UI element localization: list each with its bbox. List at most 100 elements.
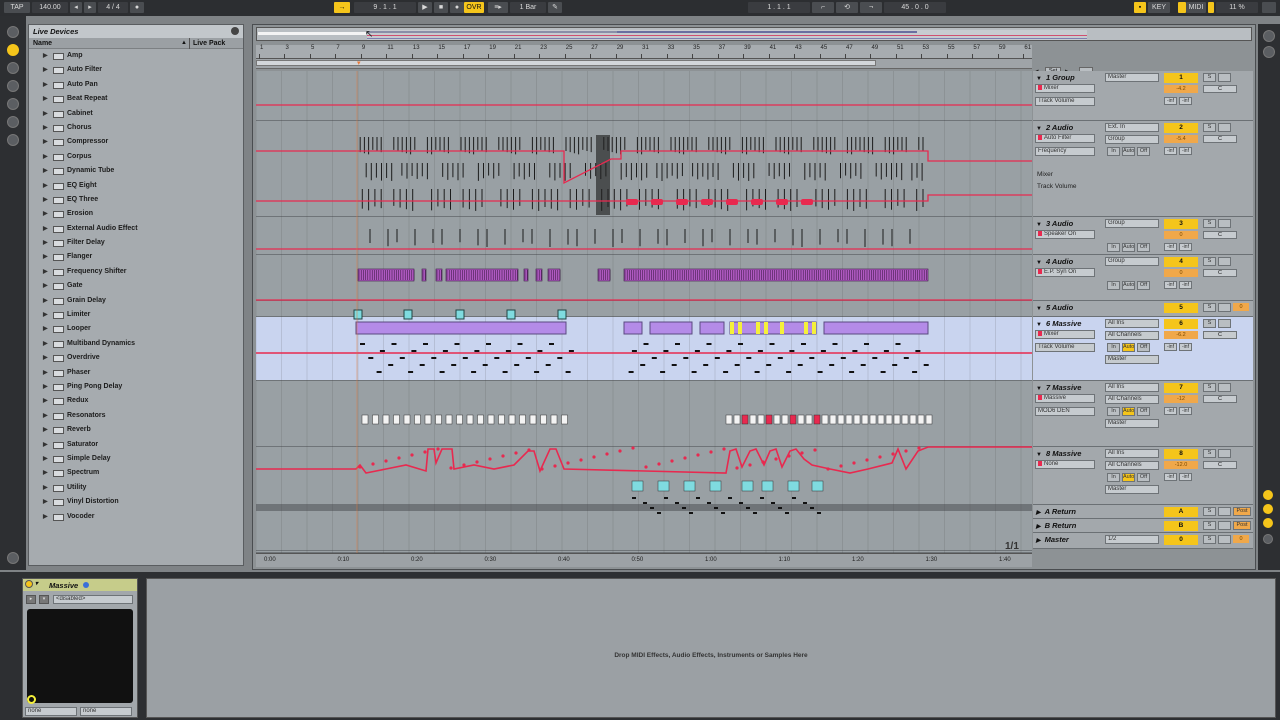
arm-button[interactable] [1218,73,1231,82]
time-signature-field[interactable]: 4 / 4 [98,2,128,13]
input-channel-menu[interactable]: All Channels [1105,461,1159,470]
solo-button[interactable]: S [1203,73,1216,82]
browser-item[interactable]: ▶ EQ Three [29,193,243,207]
punch-out-button[interactable]: ¬ [860,2,882,13]
device-chooser[interactable]: None [1035,460,1095,469]
expand-triangle-icon[interactable]: ▶ [43,366,48,380]
volume-field[interactable]: -6.2 [1164,331,1198,339]
arm-button[interactable] [1218,303,1231,312]
time-ruler[interactable]: 0:00 0:10 0:20 0:30 0:40 0:50 1:00 1:10 1:20 1:30… [256,553,1032,567]
browser-item[interactable]: ▶ Filter Delay [29,236,243,250]
fold-triangle-icon[interactable]: ▶ [1036,510,1041,516]
file-browser-2-button[interactable] [7,98,19,110]
sort-arrow-icon[interactable]: ▲ [181,40,187,46]
loop-start-field[interactable]: 1 . 1 . 1 [748,2,810,13]
expand-triangle-icon[interactable]: ▶ [43,164,48,178]
sends-section-toggle[interactable] [1263,504,1273,514]
arrangement-view-button[interactable] [1263,46,1275,58]
browser-item[interactable]: ▶ Overdrive [29,351,243,365]
expand-triangle-icon[interactable]: ▶ [43,409,48,423]
output-type-menu[interactable]: Master [1105,419,1159,428]
track-header[interactable]: ▼ 1 Group Mixer Track Volume Master 1 S -4.2 C -i… [1033,71,1253,121]
fold-triangle-icon[interactable]: ▼ [1036,260,1042,266]
track-name[interactable]: ▼ 7 Massive [1036,383,1081,392]
track-header[interactable]: ▼ 7 Massive Massive MOD6 DEN All Ins All Chan… [1033,381,1253,447]
browser-item[interactable]: ▶ Cabinet [29,107,243,121]
browser-item[interactable]: ▶ Spectrum [29,466,243,480]
help-view-button[interactable] [7,552,19,564]
live-devices-browser-button[interactable] [7,44,19,56]
monitor-auto-button[interactable]: Auto [1122,407,1135,416]
browser-item[interactable]: ▶ Vinyl Distortion [29,495,243,509]
parameter-chooser[interactable]: Track Volume [1035,343,1095,352]
arm-button[interactable] [1218,449,1231,458]
browser-item[interactable]: ▶ Erosion [29,207,243,221]
input-type-menu[interactable]: Ext. In [1105,123,1159,132]
follow-button[interactable]: → [334,2,350,13]
monitor-auto-button[interactable]: Auto [1122,281,1135,290]
fold-triangle-icon[interactable]: ▶ [1036,538,1041,544]
input-channel-menu[interactable]: Group [1105,135,1159,144]
expand-triangle-icon[interactable]: ▶ [43,481,48,495]
session-view-button[interactable] [1263,30,1275,42]
io-section-toggle[interactable] [1263,490,1273,500]
audio-output-menu[interactable]: none [80,707,132,716]
browser-item[interactable]: ▶ Utility [29,481,243,495]
play-button[interactable]: ▶ [418,2,432,13]
browser-item[interactable]: ▶ EQ Eight [29,179,243,193]
track-header[interactable]: ▼ 6 Massive Mixer Track Volume All Ins All Ch… [1033,317,1253,381]
browser-item[interactable]: ▶ Ping Pong Delay [29,380,243,394]
key-map-button[interactable]: KEY [1148,2,1170,13]
input-channel-menu[interactable]: All Channels [1105,395,1159,404]
monitor-off-button[interactable]: Off [1137,243,1150,252]
pan-field[interactable]: C [1203,331,1237,339]
volume-field[interactable]: 0 [1164,231,1198,239]
track-activator[interactable]: 5 [1164,303,1198,313]
browser-item[interactable]: ▶ Redux [29,394,243,408]
beat-time-ruler[interactable]: 1 3 5 7 9 11 13 15 17 19 21 23 25 27 29 31 33 35 37 39 41 43 4… [256,45,1032,59]
midi-map-button[interactable]: MIDI [1186,2,1206,13]
file-browser-3-button[interactable] [7,116,19,128]
expand-triangle-icon[interactable]: ▶ [43,250,48,264]
plugin-browser-button[interactable] [7,62,19,74]
song-position-field[interactable]: 9 . 1 . 1 [354,2,416,13]
track-name[interactable]: ▶ A Return [1036,507,1076,516]
midi-input-menu[interactable]: none [25,707,77,716]
browser-item[interactable]: ▶ Auto Filter [29,63,243,77]
browser-item[interactable]: ▶ Flanger [29,250,243,264]
device-drop-zone[interactable]: Drop MIDI Effects, Audio Effects, Instru… [146,578,1276,718]
input-type-menu[interactable]: All Ins [1105,319,1159,328]
parameter-chooser[interactable]: MOD6 DEN [1035,407,1095,416]
record-button[interactable]: ● [450,2,464,13]
nudge-down-button[interactable]: ◂ [70,2,82,13]
track-header[interactable]: ▼ 3 Audio Speaker On Group In Auto Off 3 S 0 C -inf… [1033,217,1253,255]
loop-brace-lane[interactable]: ▾ [256,59,1032,69]
monitor-auto-button[interactable]: Auto [1122,243,1135,252]
arm-button[interactable] [1218,219,1231,228]
track-header[interactable]: ▼ 5 Audio 5 S 0 [1033,301,1253,317]
browser-close-icon[interactable] [231,27,239,35]
output-type-menu[interactable]: Master [1105,485,1159,494]
pan-field[interactable]: C [1203,231,1237,239]
live-pack-column-header[interactable]: Live Pack [193,40,225,47]
input-channel-menu[interactable]: All Channels [1105,331,1159,340]
input-type-menu[interactable]: Master [1105,73,1159,82]
browser-item[interactable]: ▶ Phaser [29,366,243,380]
arm-button[interactable] [1218,507,1231,516]
arm-button[interactable] [1218,123,1231,132]
input-type-menu[interactable]: All Ins [1105,449,1159,458]
expand-triangle-icon[interactable]: ▶ [43,351,48,365]
fold-triangle-icon[interactable]: ▼ [1036,452,1042,458]
track-activator[interactable]: 8 [1164,449,1198,459]
track-activator[interactable]: 6 [1164,319,1198,329]
fold-triangle-icon[interactable]: ▼ [1036,306,1042,312]
tempo-field[interactable]: 140.00 [32,2,68,13]
plugin-edit-icon[interactable]: ▸ [26,595,36,604]
monitor-in-button[interactable]: In [1107,343,1120,352]
file-browser-1-button[interactable] [7,80,19,92]
overdub-button[interactable]: OVR [464,2,484,13]
browser-item[interactable]: ▶ Simple Delay [29,452,243,466]
expand-triangle-icon[interactable]: ▶ [43,308,48,322]
expand-triangle-icon[interactable]: ▶ [43,510,48,524]
volume-field[interactable]: -4.2 [1164,85,1198,93]
